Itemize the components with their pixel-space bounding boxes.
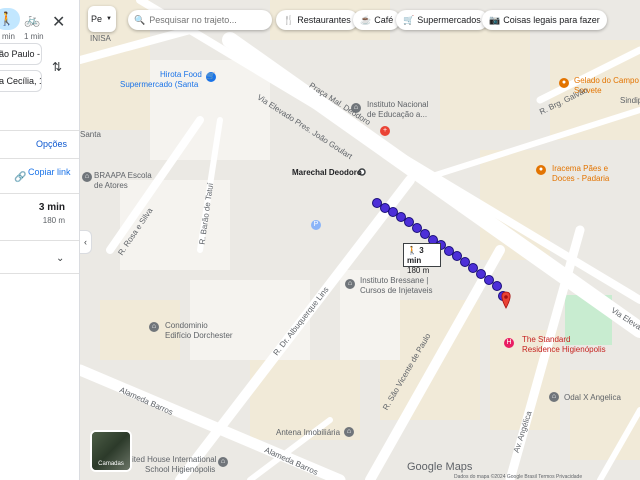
mode-select[interactable]: Pe ▼ — [88, 6, 116, 32]
directions-panel: 🚶 min 🚲 1 min ✕ ão Paulo - a Cecília, 1 … — [0, 0, 80, 480]
copy-link-button[interactable]: Copiar link — [28, 167, 72, 178]
place-label[interactable]: Hirota Food — [160, 70, 202, 79]
place-label[interactable]: Cursos de Injetaveis — [360, 286, 432, 295]
building-icon[interactable]: ⌂ — [344, 427, 354, 437]
chevron-down-icon[interactable]: ⌄ — [56, 253, 64, 264]
place-label[interactable]: Instituto Nacional — [367, 100, 428, 109]
chip-supermarkets[interactable]: 🛒 Supermercados — [396, 10, 488, 30]
bike-time: 1 min — [24, 32, 44, 41]
layers-button[interactable]: Camadas — [90, 430, 132, 472]
place-label[interactable]: School Higienópolis — [145, 465, 215, 474]
map-canvas[interactable]: INISA Hirota Food Supermercado (Santa 🛒 … — [80, 0, 640, 480]
school-icon[interactable]: ⌂ — [345, 279, 355, 289]
divider — [0, 273, 79, 274]
place-label: Santa — [80, 130, 101, 139]
divider — [0, 240, 79, 241]
place-label[interactable]: Edifício Dorchester — [165, 331, 233, 340]
school-icon[interactable]: ⌂ — [218, 457, 228, 467]
ice-cream-icon[interactable]: ● — [559, 78, 569, 88]
place-label[interactable]: Odal X Angelica — [564, 393, 621, 402]
place-label[interactable]: ited House International — [132, 455, 217, 464]
shopping-cart-icon[interactable]: 🛒 — [206, 72, 216, 82]
chevron-down-icon: ▼ — [106, 16, 112, 22]
school-icon[interactable]: ⌂ — [82, 172, 92, 182]
travel-mode-row: 🚶 min 🚲 1 min ✕ — [0, 4, 79, 41]
close-icon[interactable]: ✕ — [52, 12, 65, 32]
parking-icon[interactable]: P — [311, 220, 321, 230]
place-label[interactable]: Condominio — [165, 321, 208, 330]
place-label[interactable]: Iracema Pães e — [552, 164, 608, 173]
route-tooltip-distance: 180 m — [407, 266, 430, 275]
camera-icon: 📷 — [489, 15, 501, 25]
layers-label: Camadas — [98, 461, 124, 467]
divider — [0, 193, 79, 194]
fork-knife-icon: 🍴 — [283, 15, 295, 25]
place-label[interactable]: Antena Imobiliária — [276, 428, 340, 437]
place-label[interactable]: Gelado do Campo — [574, 76, 639, 85]
options-button[interactable]: Opções — [36, 139, 67, 149]
hotel-icon[interactable]: H — [504, 338, 514, 348]
google-maps-logo: Google Maps — [407, 461, 473, 473]
chip-label: Coisas legais para fazer — [503, 15, 600, 25]
search-along-route[interactable]: 🔍 — [128, 10, 272, 30]
walk-icon: 🚶 — [407, 246, 417, 255]
divider — [0, 130, 79, 131]
place-label[interactable]: Supermercado (Santa — [120, 80, 198, 89]
place-label[interactable]: de Educação a... — [367, 110, 427, 119]
chip-label: Supermercados — [417, 15, 481, 25]
bakery-icon[interactable]: ● — [536, 165, 546, 175]
cart-icon: 🛒 — [403, 15, 415, 25]
place-label[interactable]: BRAAPA Escola — [94, 171, 152, 180]
place-label[interactable]: Doces - Padaria — [552, 174, 609, 183]
bike-icon: 🚲 — [24, 12, 41, 27]
walk-time: min — [2, 32, 15, 41]
place-label[interactable]: Residence Higienópolis — [522, 345, 606, 354]
route-distance: 180 m — [42, 216, 65, 225]
chip-label: Café — [374, 15, 394, 25]
divider — [0, 158, 79, 159]
route-duration: 3 min — [38, 202, 65, 213]
bike-mode-button[interactable]: 🚲 — [24, 12, 40, 28]
origin-field[interactable]: ão Paulo - — [0, 43, 42, 65]
building-icon[interactable]: ⌂ — [549, 392, 559, 402]
chip-label: Restaurantes — [297, 15, 351, 25]
walk-icon: 🚶 — [0, 11, 16, 26]
search-input[interactable] — [149, 15, 266, 25]
hospital-icon[interactable]: + — [380, 126, 390, 136]
destination-field[interactable]: a Cecília, 1 — [0, 70, 42, 92]
place-label: INISA — [90, 34, 111, 43]
coffee-icon: ☕ — [360, 15, 372, 25]
chip-restaurants[interactable]: 🍴 Restaurantes — [276, 10, 358, 30]
collapse-panel-button[interactable]: ‹ — [80, 230, 92, 254]
place-label[interactable]: de Atores — [94, 181, 128, 190]
route-time-tooltip[interactable]: 🚶 3 min 180 m — [403, 243, 441, 275]
place-label[interactable]: The Standard — [522, 335, 570, 344]
building-icon[interactable]: ⌂ — [149, 322, 159, 332]
chip-cafe[interactable]: ☕ Café — [353, 10, 401, 30]
swap-icon[interactable]: ⇅ — [52, 60, 62, 74]
mode-select-value: Pe — [91, 14, 103, 24]
transit-station-label[interactable]: Marechal Deodoro — [292, 168, 362, 177]
destination-pin — [501, 291, 511, 309]
place-label: Sindip — [620, 96, 640, 105]
place-label[interactable]: Instituto Bressane | — [360, 276, 428, 285]
search-icon: 🔍 — [134, 15, 146, 25]
map-footer[interactable]: Dados do mapa ©2024 Google Brasil Termos… — [454, 474, 582, 480]
chip-things-to-do[interactable]: 📷 Coisas legais para fazer — [482, 10, 607, 30]
walk-mode-button[interactable]: 🚶 — [0, 8, 20, 30]
link-icon[interactable]: 🔗 — [14, 172, 26, 183]
